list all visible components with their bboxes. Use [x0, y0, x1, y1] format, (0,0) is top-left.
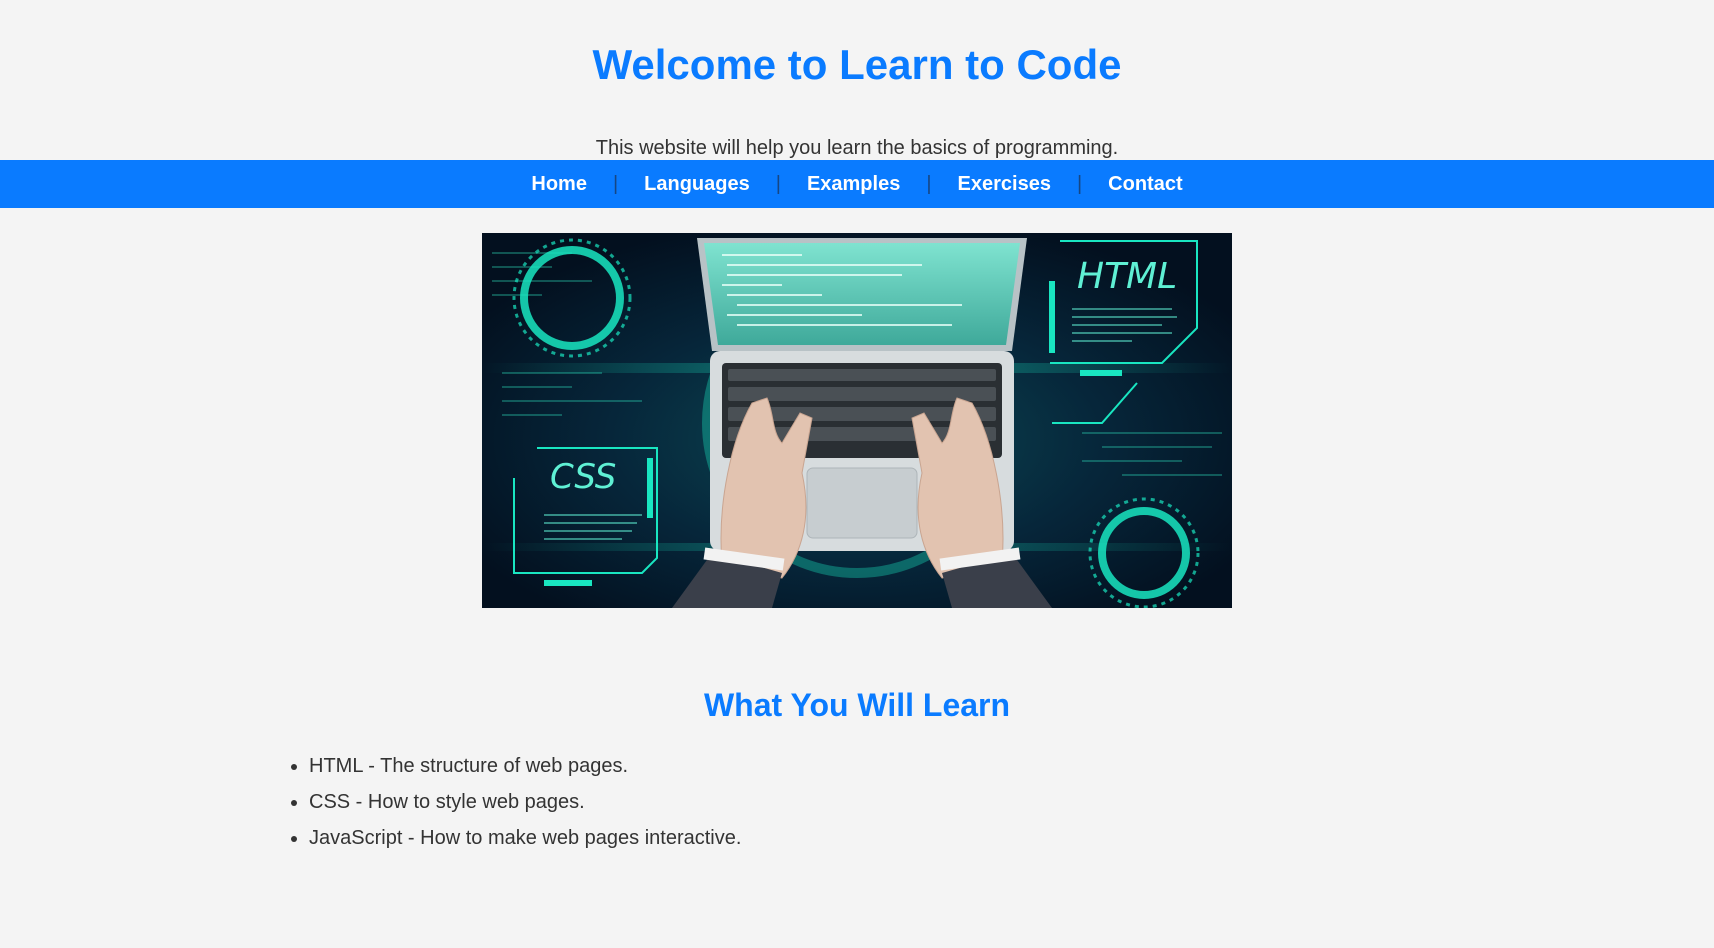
nav-separator: | [775, 172, 781, 195]
page-title: Welcome to Learn to Code [592, 41, 1122, 88]
list-item: CSS - How to style web pages. [309, 784, 741, 820]
page-header: Welcome to Learn to Code This website wi… [0, 0, 1714, 160]
learn-list: HTML - The structure of web pages. CSS -… [309, 748, 741, 856]
hero-illustration: HTML CSS [482, 233, 1232, 608]
nav-home[interactable]: Home [505, 173, 613, 196]
list-item: HTML - The structure of web pages. [309, 748, 741, 784]
page-subtitle: This website will help you learn the bas… [595, 137, 1119, 159]
nav-separator: | [612, 172, 619, 195]
list-item: JavaScript - How to make web pages inter… [309, 820, 741, 856]
nav-contact[interactable]: Contact [1082, 173, 1208, 196]
nav-languages[interactable]: Languages [618, 173, 776, 196]
hero-css-label: CSS [550, 457, 616, 497]
hero-html-label: HTML [1077, 256, 1177, 297]
hero-image: HTML CSS [482, 233, 1232, 608]
nav-exercises[interactable]: Exercises [932, 173, 1077, 196]
nav-separator: | [926, 172, 932, 195]
nav-examples[interactable]: Examples [781, 173, 926, 196]
section-title: What You Will Learn [703, 687, 1011, 723]
nav-separator: | [1076, 172, 1083, 195]
main-nav: Home | Languages | Examples | Exercises … [0, 160, 1714, 208]
